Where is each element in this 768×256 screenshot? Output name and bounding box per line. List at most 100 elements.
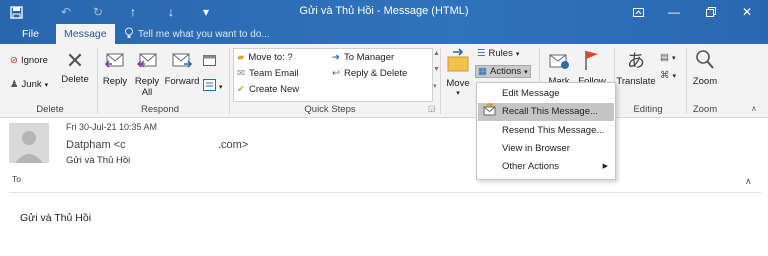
forward-icon — [164, 48, 200, 76]
quick-step-move-to[interactable]: ▰ Move to: ? — [237, 52, 293, 63]
quick-steps-scroll-up[interactable]: ▲ — [433, 50, 440, 57]
reply-all-icon — [132, 48, 162, 76]
group-divider — [229, 48, 230, 114]
forward-arrow-icon: ➜ — [332, 52, 340, 63]
quick-steps-gallery: ▰ Move to: ? ➜ To Manager ✉ Team Email ↩… — [233, 48, 433, 102]
tell-me-text: Tell me what you want to do... — [138, 29, 270, 40]
menu-item-other-actions[interactable]: Other Actions ▶ — [478, 158, 614, 176]
actions-button[interactable]: ▦ Actions ▾ — [475, 65, 531, 78]
message-body: Gửi và Thủ Hồi — [20, 212, 92, 224]
reply-delete-icon: ↩ — [332, 68, 340, 79]
quick-step-label: Create New — [248, 84, 300, 95]
quick-step-to-manager[interactable]: ➜ To Manager — [332, 52, 394, 63]
translate-icon: あ — [627, 51, 645, 71]
junk-icon: ♟ — [10, 79, 19, 90]
title-bar: ↶ ↻ ↑ ↓ ▾ Gửi và Thủ Hồi - Message (HTML… — [0, 0, 768, 24]
other-actions-label: Other Actions — [502, 161, 560, 172]
respond-group-label: Respond — [140, 104, 180, 115]
quick-steps-launcher-icon[interactable]: ◲ — [428, 104, 436, 113]
editing-find-button[interactable]: ▤ ▾ — [660, 52, 676, 63]
zoom-label: Zoom — [692, 76, 718, 87]
reply-all-label-2: All — [141, 87, 153, 98]
group-divider — [97, 48, 98, 114]
reply-all-button[interactable]: Reply All — [132, 48, 162, 98]
tab-message[interactable]: Message — [56, 24, 115, 44]
group-divider — [686, 48, 687, 114]
lightbulb-icon — [124, 27, 134, 42]
quick-steps-more[interactable]: ▾ — [433, 82, 437, 90]
quick-step-create-new[interactable]: ✔ Create New — [237, 84, 299, 95]
quick-step-label: To Manager — [343, 52, 395, 63]
rules-label: Rules — [488, 48, 513, 59]
rules-icon: ☰ — [477, 48, 486, 59]
forward-label: Forward — [164, 76, 200, 87]
reply-button[interactable]: Reply — [100, 48, 130, 87]
collapse-header-icon[interactable]: ∧ — [745, 176, 752, 187]
window-title: Gửi và Thủ Hồi - Message (HTML) — [299, 5, 469, 17]
quick-step-label: Team Email — [248, 68, 299, 79]
quick-steps-scroll-down[interactable]: ▼ — [433, 66, 440, 73]
meeting-button[interactable] — [203, 54, 216, 69]
quick-step-team-email[interactable]: ✉ Team Email — [237, 68, 299, 79]
actions-menu: Edit Message Recall This Message... Rese… — [476, 82, 616, 180]
message-subject: Gửi và Thủ Hồi — [66, 155, 131, 166]
chevron-down-icon: ▾ — [515, 50, 520, 58]
more-respond-button[interactable]: ▾ — [203, 79, 223, 94]
chevron-down-icon: ▾ — [219, 83, 223, 91]
rules-button[interactable]: ☰ Rules ▾ — [477, 48, 519, 59]
group-divider — [440, 48, 441, 114]
tell-me-box[interactable]: Tell me what you want to do... — [124, 27, 270, 42]
quick-step-reply-delete[interactable]: ↩ Reply & Delete — [332, 68, 407, 79]
restore-button[interactable] — [697, 0, 725, 24]
zoom-group-label: Zoom — [692, 104, 718, 115]
chevron-down-icon: ▾ — [671, 54, 676, 62]
menu-item-resend-message[interactable]: Resend This Message... — [478, 122, 614, 140]
chevron-down-icon: ▾ — [524, 68, 528, 76]
actions-label: Actions — [489, 66, 522, 77]
chevron-down-icon: ▾ — [456, 90, 460, 97]
avatar — [9, 123, 49, 163]
junk-label: Junk — [21, 79, 42, 90]
recall-icon — [483, 102, 497, 124]
message-date: Fri 30-Jul-21 10:35 AM — [66, 122, 158, 132]
editing-select-button[interactable]: ⌘ ▾ — [660, 70, 676, 81]
delete-button[interactable]: ✕ Delete — [60, 48, 90, 85]
forward-button[interactable]: Forward — [164, 48, 200, 87]
ignore-icon: ⊘ — [10, 55, 18, 66]
close-button[interactable]: ✕ — [733, 0, 761, 24]
meeting-icon — [203, 54, 216, 69]
translate-button[interactable]: あ Translate — [616, 48, 656, 87]
sender-domain[interactable]: .com> — [218, 139, 248, 151]
menu-item-view-in-browser[interactable]: View in Browser — [478, 140, 614, 158]
minimize-button[interactable]: — — [660, 0, 688, 24]
magnifier-icon — [690, 48, 720, 76]
zoom-button[interactable]: Zoom — [690, 48, 720, 87]
quick-step-label: Move to: ? — [248, 52, 293, 63]
ignore-label: Ignore — [20, 55, 48, 66]
ignore-button[interactable]: ⊘ Ignore — [10, 55, 48, 66]
more-respond-icon — [203, 79, 216, 94]
menu-item-edit-message[interactable]: Edit Message — [478, 85, 614, 103]
delete-x-icon: ✕ — [65, 48, 85, 73]
tab-file[interactable]: File — [14, 24, 47, 44]
collapse-ribbon-icon[interactable]: ∧ — [751, 104, 757, 113]
team-email-icon: ✉ — [237, 68, 245, 79]
move-folder-icon — [444, 48, 472, 78]
find-icon: ▤ — [660, 52, 669, 63]
reply-icon — [100, 48, 130, 76]
ribbon-display-icon[interactable] — [624, 0, 652, 24]
mark-unread-icon — [545, 48, 573, 76]
folder-arrow-icon: ▰ — [237, 52, 245, 63]
delete-group-label: Delete — [36, 104, 64, 115]
reply-label: Reply — [102, 76, 128, 87]
editing-group-label: Editing — [633, 104, 663, 115]
junk-button[interactable]: ♟ Junk ▾ — [10, 79, 48, 90]
chevron-right-icon: ▶ — [602, 163, 608, 170]
to-label: To — [12, 174, 21, 184]
menu-item-recall-message[interactable]: Recall This Message... — [478, 102, 614, 124]
actions-icon: ▦ — [478, 66, 487, 77]
flag-icon — [577, 48, 607, 76]
move-button[interactable]: Move ▾ — [444, 48, 472, 97]
header-divider — [9, 192, 761, 193]
sender-name[interactable]: Datpham <c — [66, 139, 126, 151]
